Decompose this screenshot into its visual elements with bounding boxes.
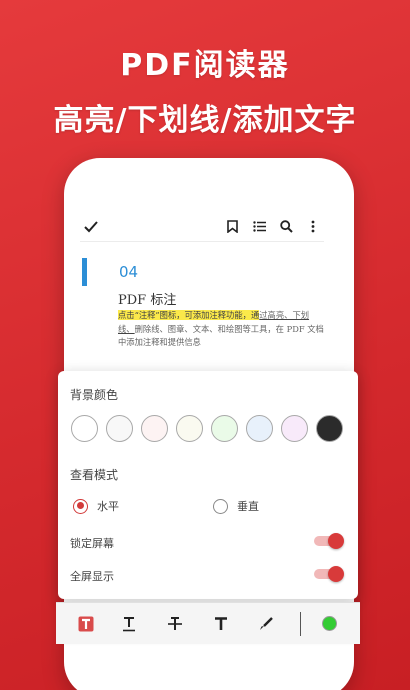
bg-color-label: 背景颜色 (70, 388, 119, 402)
document-body[interactable]: 点击“注释”图标，可添加注释功能，通过高亮、下划线、删除线、图章、文本、和绘图等… (118, 309, 324, 350)
search-icon[interactable] (275, 216, 297, 238)
lock-screen-label: 锁定屏幕 (70, 537, 114, 550)
text-tool-icon[interactable] (210, 613, 232, 635)
toolbar-divider (300, 612, 301, 636)
annotation-toolbar (56, 602, 360, 644)
check-icon[interactable] (80, 216, 102, 238)
color-swatch[interactable] (281, 415, 308, 442)
bookmark-icon[interactable] (221, 216, 243, 238)
strikethrough-tool-icon[interactable] (164, 613, 186, 635)
toggle-knob (328, 566, 344, 582)
section-accent-bar (82, 258, 87, 286)
section-number: 04 (119, 263, 139, 281)
highlight-tool-icon[interactable] (75, 613, 97, 635)
more-icon[interactable] (302, 216, 324, 238)
view-mode-vertical-label: 垂直 (237, 500, 259, 513)
view-mode-horizontal[interactable]: 水平 (73, 498, 119, 514)
view-mode-vertical[interactable]: 垂直 (213, 498, 259, 514)
pen-tool-icon[interactable] (255, 613, 277, 635)
promo-subtitle: 高亮/下划线/添加文字 (53, 103, 357, 138)
current-color-button[interactable] (322, 616, 337, 631)
color-swatch[interactable] (211, 415, 238, 442)
highlighted-text: 点击“注释”图标，可添加注释功能，通 (118, 310, 260, 320)
reading-settings-panel: 背景颜色 查看模式 水平 垂直 锁定屏幕 全屏显示 (58, 371, 358, 599)
radio-selected-icon (73, 498, 88, 514)
color-swatch[interactable] (246, 415, 273, 442)
radio-unselected-icon (213, 498, 228, 514)
bg-color-swatches (71, 415, 343, 442)
view-mode-horizontal-label: 水平 (97, 500, 119, 513)
color-swatch[interactable] (106, 415, 133, 442)
body-text-strike: 删除线、图章、文本、 (134, 323, 218, 334)
view-mode-label: 查看模式 (70, 468, 119, 482)
list-icon[interactable] (248, 216, 270, 238)
fullscreen-label: 全屏显示 (70, 570, 114, 583)
reader-toolbar (80, 212, 324, 242)
color-swatch[interactable] (141, 415, 168, 442)
color-swatch[interactable] (71, 415, 98, 442)
color-swatch[interactable] (316, 415, 343, 442)
toggle-knob (328, 533, 344, 549)
lock-screen-toggle[interactable] (314, 533, 344, 549)
underline-tool-icon[interactable] (118, 613, 140, 635)
section-title: PDF 标注 (118, 293, 177, 308)
promo-title: PDF阅读器 (120, 48, 290, 83)
fullscreen-toggle[interactable] (314, 566, 344, 582)
color-swatch[interactable] (176, 415, 203, 442)
